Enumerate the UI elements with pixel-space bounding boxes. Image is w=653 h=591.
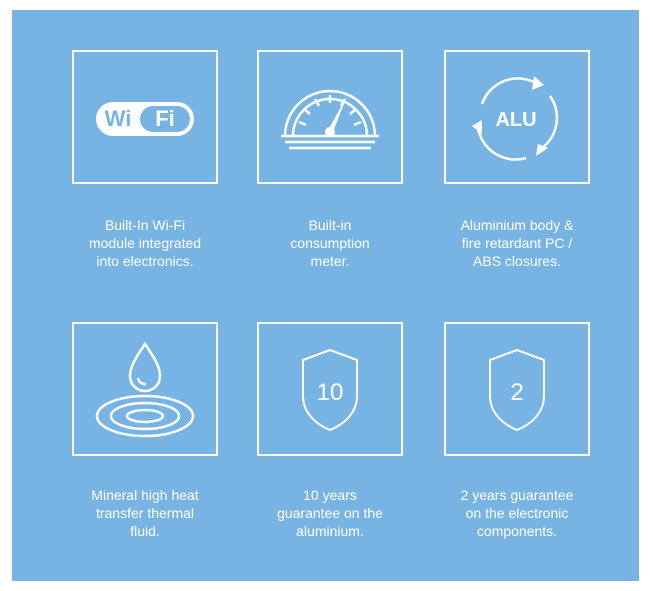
wifi-icon: Wi Fi — [96, 102, 194, 136]
alu-icon-text: ALU — [495, 109, 536, 131]
aluminium-icon-box: ALU — [444, 50, 590, 184]
fluid-icon-box — [72, 322, 218, 456]
thermal-fluid-drop-icon — [95, 341, 195, 438]
wifi-icon-text-fi: Fi — [155, 106, 175, 131]
feature-caption: Aluminium body & fire retardant PC / ABS… — [460, 217, 574, 269]
feature-caption: 10 years guarantee on the aluminium. — [277, 487, 383, 539]
gauge-meter-icon — [281, 89, 379, 150]
feature-caption: Built-In Wi-Fi module integrated into el… — [88, 217, 202, 269]
shield-10-icon: 10 — [302, 348, 358, 432]
shield-2-icon-box: 2 — [444, 322, 590, 456]
features-panel: Wi Fi Built-In Wi-Fi module integrated i… — [12, 10, 639, 581]
wifi-icon-text-wi: Wi — [105, 106, 132, 131]
shield-10-icon-box: 10 — [257, 322, 403, 456]
feature-caption: Mineral high heat transfer thermal fluid… — [91, 487, 199, 539]
shield-2-icon: 2 — [489, 348, 545, 432]
shield-10-text: 10 — [317, 379, 344, 406]
feature-caption: Built-in consumption meter. — [290, 217, 370, 269]
meter-icon-box — [257, 50, 403, 184]
aluminium-recycle-icon: ALU — [472, 76, 559, 161]
shield-2-text: 2 — [510, 379, 523, 406]
feature-caption: 2 years guarantee on the electronic comp… — [460, 487, 574, 539]
wifi-icon-box: Wi Fi — [72, 50, 218, 184]
